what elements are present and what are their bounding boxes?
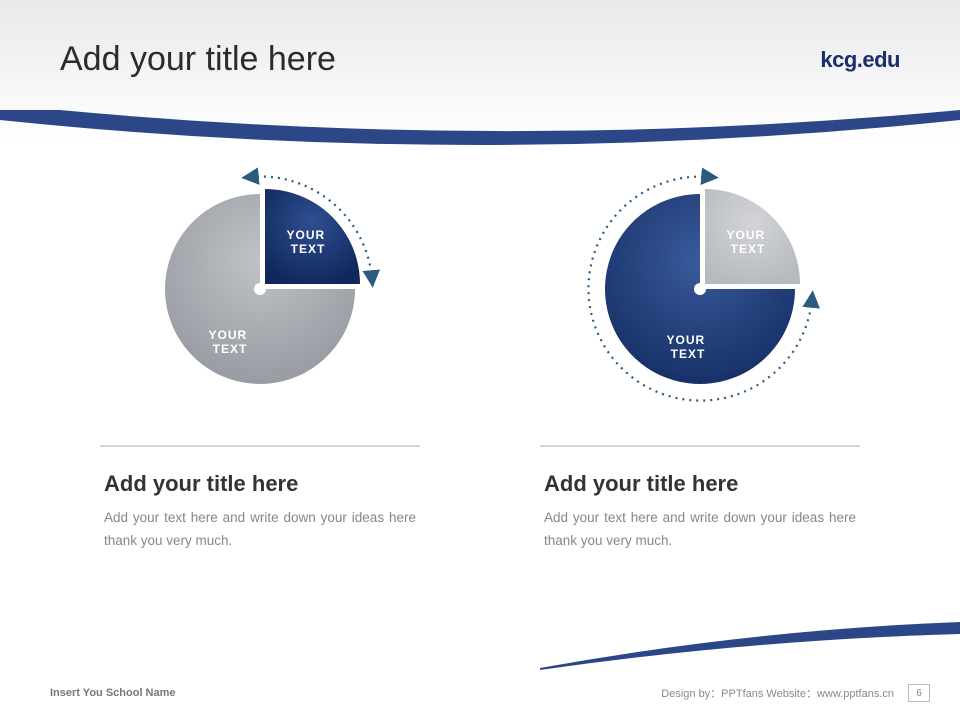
chart-block-1: YOUR TEXT YOUR TEXT Add your title here …	[100, 159, 420, 553]
chart-subtitle-1: Add your text here and write down your i…	[100, 507, 420, 553]
title-row: Add your title here kcg.edu	[0, 0, 960, 79]
page-number: 6	[908, 684, 930, 702]
page-title: Add your title here	[60, 40, 336, 79]
chart-title-1: Add your title here	[100, 471, 298, 497]
brand-logo: kcg.edu	[820, 47, 900, 73]
slice-label-accent-1: YOUR TEXT	[286, 228, 329, 256]
pie-chart-1: YOUR TEXT YOUR TEXT	[130, 159, 390, 419]
footer-right: Design by：PPTfans Website：www.pptfans.cn…	[661, 684, 930, 702]
footer-school: Insert You School Name	[50, 687, 176, 699]
chart-title-2: Add your title here	[540, 471, 738, 497]
slide: Add your title here kcg.edu	[0, 0, 960, 720]
slice-label-grey-2: YOUR TEXT	[726, 228, 769, 256]
chart-subtitle-2: Add your text here and write down your i…	[540, 507, 860, 553]
charts-row: YOUR TEXT YOUR TEXT Add your title here …	[0, 159, 960, 553]
pie-chart-2: YOUR TEXT YOUR TEXT	[570, 159, 830, 419]
divider-1	[100, 445, 420, 447]
swoosh-bottom-decoration	[540, 620, 960, 670]
footer-credit: Design by：PPTfans Website：www.pptfans.cn	[661, 685, 894, 701]
chart-block-2: YOUR TEXT YOUR TEXT Add your title here …	[540, 159, 860, 553]
slice-label-grey-1: YOUR TEXT	[208, 328, 251, 356]
divider-2	[540, 445, 860, 447]
slice-label-accent-2: YOUR TEXT	[666, 333, 709, 361]
footer: Insert You School Name Design by：PPTfans…	[0, 684, 960, 702]
